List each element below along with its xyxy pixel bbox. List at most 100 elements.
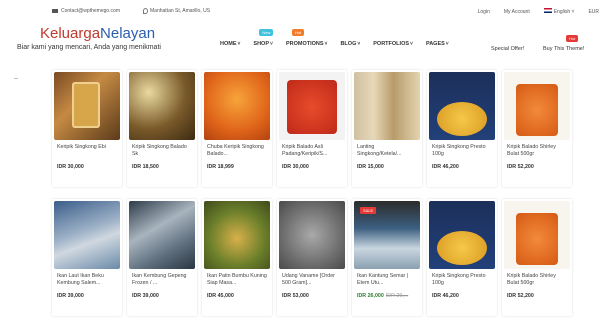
product-card[interactable]: SALE Ikan Kantung Semar | Etem Utu... IDR …: [352, 199, 422, 316]
product-card[interactable]: Ikan Patin Bumbu Kuning Siap Masa... IDR …: [202, 199, 272, 316]
product-image[interactable]: [54, 72, 120, 140]
product-name[interactable]: Kripik Singkong Balado Sk: [127, 144, 197, 158]
product-card[interactable]: Keripik Singkong Ebi IDR 30,000: [52, 70, 122, 187]
buy-theme-link[interactable]: Hot Buy This Theme!: [543, 35, 585, 52]
product-image[interactable]: [504, 201, 570, 269]
product-grid: Keripik Singkong Ebi IDR 30,000 Kripik Si…: [52, 70, 572, 328]
product-card[interactable]: Kripik Singkong Presto 100g IDR 46,200: [427, 70, 497, 187]
nav-portfolios-label: PORTFOLIOS: [373, 41, 410, 47]
product-image[interactable]: [279, 72, 345, 140]
nav-shop-label: SHOP: [253, 41, 270, 47]
language-label: English: [553, 9, 571, 15]
product-image[interactable]: [354, 72, 420, 140]
product-name[interactable]: Kripik Balado Shirley Bulat 500gr: [502, 273, 572, 287]
product-price: IDR 39,000: [132, 293, 159, 299]
nav-blog-label: BLOG: [340, 41, 357, 47]
login-link[interactable]: Login: [478, 9, 490, 15]
location-pin-icon: [143, 8, 148, 14]
product-price: IDR 26,000 IDR 29,...: [352, 293, 422, 299]
nav-promotions-label: PROMOTIONS: [285, 41, 324, 47]
product-name[interactable]: Ikan Laut Ikan Beku Kembung Salem...: [52, 273, 122, 287]
product-name[interactable]: Chuba Keripik Singkong Balado...: [202, 144, 272, 158]
product-card[interactable]: Ikan Laut Ikan Beku Kembung Salem... IDR …: [52, 199, 122, 316]
nav-blog[interactable]: BLOG˅: [340, 41, 360, 47]
sale-badge: SALE: [360, 207, 377, 214]
product-card[interactable]: Chuba Keripik Singkong Balado... IDR 18,9…: [202, 70, 272, 187]
nav-shop[interactable]: New SHOP˅: [253, 29, 274, 47]
nav-pages-label: PAGES: [425, 41, 445, 47]
product-image[interactable]: SALE: [354, 201, 420, 269]
currency-selector[interactable]: EUR: [588, 9, 599, 15]
product-card[interactable]: Kripik Balado Shirley Bulat 500gr IDR 52,…: [502, 199, 572, 316]
top-bar: Contact@wpthemego.com Manhattan St, Amar…: [0, 0, 603, 22]
logo-part1: Keluarga: [40, 25, 101, 42]
site-tagline: Biar kami yang mencari, Anda yang menikm…: [17, 44, 161, 51]
language-selector[interactable]: English ˅: [543, 8, 574, 15]
chevron-down-icon: ˅: [270, 41, 273, 47]
product-price: IDR 30,000: [282, 164, 309, 170]
site-logo[interactable]: KeluargaNelayan: [40, 26, 155, 42]
chevron-down-icon: ˅: [410, 41, 413, 47]
product-image[interactable]: [504, 72, 570, 140]
product-price: IDR 15,000: [357, 164, 384, 170]
product-card[interactable]: Kripik Balado Asli Padang/Keripik/S... ID…: [277, 70, 347, 187]
my-account-link[interactable]: My Account: [504, 9, 530, 15]
nav-home[interactable]: HOME˅: [220, 41, 240, 47]
product-name[interactable]: Ikan Kantung Semar | Etem Utu...: [352, 273, 422, 287]
product-name[interactable]: Kripik Singkong Presto 100g: [427, 273, 497, 287]
nav-home-label: HOME: [220, 41, 237, 47]
product-row: Keripik Singkong Ebi IDR 30,000 Kripik Si…: [52, 70, 572, 187]
product-image[interactable]: [129, 72, 195, 140]
product-price: IDR 39,000: [57, 293, 84, 299]
store-address: Manhattan St, Amarillo, US: [143, 8, 210, 14]
product-image[interactable]: [429, 72, 495, 140]
product-name[interactable]: Udang Vaname [Order 500 Gram]...: [277, 273, 347, 287]
buy-theme-label: Buy This Theme!: [543, 46, 585, 52]
top-bar-links: Login My Account English ˅ EUR: [478, 8, 599, 15]
product-card[interactable]: Kripik Singkong Presto 100g IDR 46,200: [427, 199, 497, 316]
product-name[interactable]: Ikan Kembung Gepeng Frozen / ...: [127, 273, 197, 287]
product-price: IDR 45,000: [207, 293, 234, 299]
chevron-down-icon: ˅: [237, 41, 241, 47]
product-name[interactable]: Kripik Balado Shirley Bulat 500gr: [502, 144, 572, 158]
chevron-down-icon: ˅: [324, 41, 328, 47]
main-nav: HOME˅ New SHOP˅ Hot PROMOTIONS˅ BLOG˅ PORT…: [220, 29, 462, 47]
product-price: IDR 53,000: [282, 293, 309, 299]
divider: [14, 78, 18, 79]
contact-email[interactable]: Contact@wpthemego.com: [52, 8, 120, 14]
nav-portfolios[interactable]: PORTFOLIOS˅: [373, 41, 413, 47]
old-price: IDR 29,...: [385, 293, 409, 299]
product-price: IDR 52,200: [507, 293, 534, 299]
product-name[interactable]: Kripik Balado Asli Padang/Keripik/S...: [277, 144, 347, 158]
product-price: IDR 30,000: [57, 164, 84, 170]
product-card[interactable]: Ikan Kembung Gepeng Frozen / ... IDR 39,0…: [127, 199, 197, 316]
chevron-down-icon: ˅: [357, 41, 361, 47]
new-badge: New: [259, 29, 274, 36]
contact-email-text: Contact@wpthemego.com: [61, 8, 120, 14]
logo-part2: Nelayan: [100, 25, 156, 42]
sale-price: IDR 26,000: [357, 293, 384, 299]
product-image[interactable]: [429, 201, 495, 269]
product-image[interactable]: [279, 201, 345, 269]
chevron-down-icon: ˅: [445, 41, 449, 47]
uk-flag-icon: [543, 8, 552, 13]
product-price: IDR 46,200: [432, 164, 459, 170]
product-name[interactable]: Kripik Singkong Presto 100g: [427, 144, 497, 158]
nav-pages[interactable]: PAGES˅: [426, 41, 449, 47]
product-row: Ikan Laut Ikan Beku Kembung Salem... IDR …: [52, 199, 572, 316]
product-name[interactable]: Lanting Singkong/Ketela/...: [352, 144, 422, 158]
product-card[interactable]: Kripik Singkong Balado Sk IDR 18,500: [127, 70, 197, 187]
product-card[interactable]: Kripik Balado Shirley Bulat 500gr IDR 52,…: [502, 70, 572, 187]
product-card[interactable]: Lanting Singkong/Ketela/... IDR 15,000: [352, 70, 422, 187]
special-offer-link[interactable]: Special Offer!: [491, 46, 524, 52]
product-image[interactable]: [54, 201, 120, 269]
nav-promotions[interactable]: Hot PROMOTIONS˅: [285, 29, 328, 47]
product-price: IDR 52,200: [507, 164, 534, 170]
product-name[interactable]: Ikan Patin Bumbu Kuning Siap Masa...: [202, 273, 272, 287]
store-address-text: Manhattan St, Amarillo, US: [150, 8, 211, 14]
product-image[interactable]: [204, 72, 270, 140]
product-image[interactable]: [204, 201, 270, 269]
product-card[interactable]: Udang Vaname [Order 500 Gram]... IDR 53,0…: [277, 199, 347, 316]
product-image[interactable]: [129, 201, 195, 269]
product-name[interactable]: Keripik Singkong Ebi: [52, 144, 122, 158]
